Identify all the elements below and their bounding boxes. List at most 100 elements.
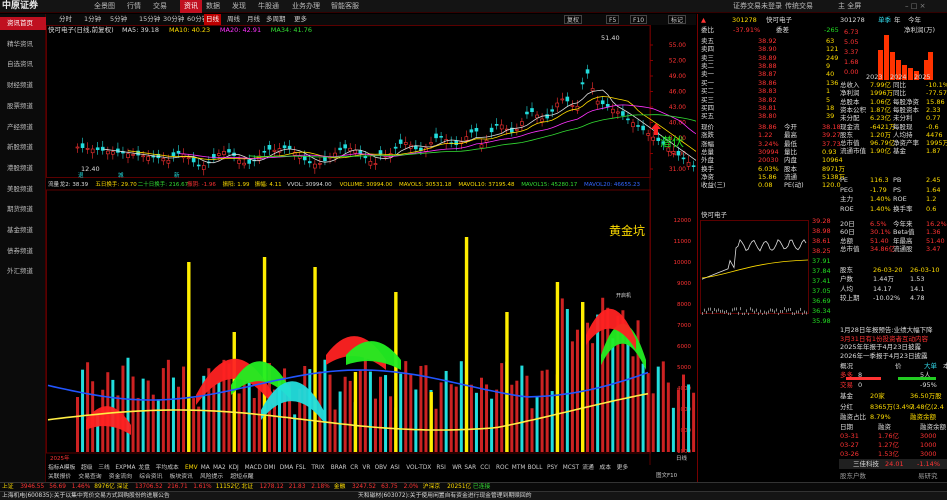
status-item-9: 11152亿: [216, 483, 240, 491]
indicator-tab-25[interactable]: CCI: [480, 465, 490, 471]
sidebar-item-1[interactable]: 精华资讯: [0, 38, 46, 51]
vol-bar: [177, 387, 180, 452]
indicator-tab-13[interactable]: DMA: [280, 465, 293, 471]
period-tab-10[interactable]: 更多: [294, 14, 307, 25]
chart-button-0[interactable]: 复权: [564, 15, 582, 24]
sidebar-item-3[interactable]: 财经频道: [0, 79, 46, 92]
chart-button-1[interactable]: F5: [606, 15, 619, 24]
period-tab-2[interactable]: 5分钟: [110, 14, 127, 25]
sidebar-item-12[interactable]: 外汇频道: [0, 265, 46, 278]
indicator-tab-31[interactable]: 流通: [582, 463, 594, 471]
indicator-tab-11[interactable]: MACD: [245, 465, 263, 471]
ma-label-3: MA34: 41.76: [271, 26, 312, 34]
kv-value: 8.79%: [870, 413, 891, 421]
chart-button-3[interactable]: 标记: [668, 15, 686, 24]
period-tab-3[interactable]: 15分钟: [139, 14, 160, 25]
bottom-tab-6[interactable]: 超短点醒: [230, 472, 253, 480]
sidebar-item-4[interactable]: 股票频道: [0, 100, 46, 113]
bottom-tab-1[interactable]: 交易查询: [78, 472, 101, 480]
indicator-tab-17[interactable]: CR: [350, 465, 358, 471]
period-tab-9[interactable]: 多周期: [266, 14, 286, 25]
indicator-tab-7[interactable]: EMV: [185, 465, 198, 471]
period-tab-0[interactable]: 分时: [59, 14, 72, 25]
top-menu-3[interactable]: 资讯: [180, 0, 202, 13]
top-right-2[interactable]: 主 全屏: [838, 0, 861, 13]
sidebar-item-6[interactable]: 新股频道: [0, 141, 46, 154]
indicator-tab-0[interactable]: 指标A: [48, 463, 64, 471]
top-menu-5[interactable]: 发现: [232, 0, 246, 13]
indicator-tab-23[interactable]: WR: [452, 465, 462, 471]
holder-value: 14.17: [873, 285, 892, 293]
vol-indicator-0: 流量: [48, 180, 60, 188]
indicator-tab-6[interactable]: 平均成本: [156, 463, 179, 471]
indicator-tab-21[interactable]: VOL-TDX: [406, 465, 431, 471]
sidebar-item-5[interactable]: 产经频道: [0, 121, 46, 134]
candle: [243, 163, 246, 165]
kv-label: 分红: [840, 403, 853, 411]
period-tab-7[interactable]: 周线: [227, 14, 240, 25]
period-tab-4[interactable]: 30分钟: [163, 14, 184, 25]
sidebar-item-8[interactable]: 美股频道: [0, 183, 46, 196]
period-tab-8[interactable]: 月线: [247, 14, 260, 25]
indicator-tab-1[interactable]: 模板: [64, 463, 76, 471]
indicator-tab-14[interactable]: FSL: [296, 465, 307, 471]
vol-indicator-5: 振阳: 1.99: [223, 180, 250, 188]
top-menu-0[interactable]: 全景图: [94, 0, 115, 13]
indicator-tab-33[interactable]: 更多: [617, 463, 629, 471]
bottom-tab-0[interactable]: 关联报价: [48, 472, 71, 480]
sidebar-item-7[interactable]: 港股频道: [0, 162, 46, 175]
indicator-tab-2[interactable]: 超级: [81, 463, 93, 471]
indicator-tab-32[interactable]: 成本: [599, 463, 611, 471]
flow-value: 1.76亿: [878, 432, 899, 440]
indicator-tab-10[interactable]: KDJ: [229, 465, 239, 471]
indicator-tab-4[interactable]: EXPMA: [115, 465, 135, 471]
indicator-tab-22[interactable]: RSI: [436, 465, 446, 471]
kline-chart[interactable]: 快可电子(日线,前复权) MA5: 39.18 MA10: 40.23 MA20: 4…: [46, 25, 696, 482]
indicator-tab-28[interactable]: BOLL: [528, 465, 544, 471]
sidebar-item-10[interactable]: 基金频道: [0, 224, 46, 237]
indicator-tab-8[interactable]: MA: [201, 465, 210, 471]
sidebar-item-0[interactable]: 资讯首页: [0, 17, 46, 30]
top-menu-4[interactable]: 数据: [206, 0, 220, 13]
bottom-tab-4[interactable]: 板块资讯: [170, 472, 193, 480]
indicator-tab-12[interactable]: DMI: [264, 465, 275, 471]
bottom-tab-2[interactable]: 资金流向: [109, 472, 132, 480]
quote-panel: ▲ 301278 快可电子 委比 -37.91% 委差 -265 卖五 38.92 63 卖四 38.…: [697, 14, 947, 482]
indicator-tab-27[interactable]: MTM: [512, 465, 526, 471]
vol-bar: [253, 398, 256, 452]
bottom-tab-3[interactable]: 综合资讯: [139, 472, 162, 480]
indicator-tab-20[interactable]: ASI: [390, 465, 400, 471]
indicator-tab-24[interactable]: SAR: [464, 465, 476, 471]
indicator-tab-5[interactable]: 龙盘: [138, 463, 150, 471]
ticker-item-1[interactable]: 天和磁材(603072):关于使用闲置自有资金进行现金管理到期赎回的: [358, 492, 532, 500]
candle: [167, 160, 170, 163]
indicator-tab-30[interactable]: MCST: [563, 465, 580, 471]
window-controls[interactable]: – □ ×: [905, 0, 925, 13]
period-tab-1[interactable]: 1分钟: [84, 14, 101, 25]
mini-tick: 38.98: [812, 227, 831, 235]
indicator-tab-16[interactable]: BRAR: [331, 465, 347, 471]
top-menu-7[interactable]: 业务办理: [292, 0, 320, 13]
ticker-item-0[interactable]: 上海机电(600835):关于以集中竞价交易方式回购股份的进展公告: [2, 492, 170, 500]
indicator-tab-15[interactable]: TRIX: [310, 465, 324, 471]
top-right-0[interactable]: 证券交易未登录: [733, 0, 782, 13]
period-tab-6[interactable]: 日线: [204, 14, 221, 25]
indicator-tab-19[interactable]: OBV: [375, 465, 387, 471]
top-menu-2[interactable]: 交易: [153, 0, 167, 13]
top-menu-8[interactable]: 智能客服: [331, 0, 359, 13]
bottom-tab-5[interactable]: 风险提示: [200, 472, 223, 480]
sidebar-item-11[interactable]: 债券频道: [0, 245, 46, 258]
sidebar-item-2[interactable]: 自选资讯: [0, 58, 46, 71]
indicator-tab-29[interactable]: PSY: [547, 465, 558, 471]
indicator-tab-9[interactable]: MA2: [213, 465, 226, 471]
indicator-tab-26[interactable]: ROC: [496, 465, 509, 471]
indicator-tab-18[interactable]: VR: [362, 465, 370, 471]
indicator-tab-3[interactable]: 三线: [98, 463, 110, 471]
mini-intraday-chart[interactable]: [700, 220, 810, 315]
sidebar-item-9[interactable]: 期货频道: [0, 203, 46, 216]
top-right-1[interactable]: 传统交易: [785, 0, 813, 13]
candle: [601, 101, 604, 104]
top-menu-6[interactable]: 牛股通: [258, 0, 279, 13]
top-menu-1[interactable]: 行情: [127, 0, 141, 13]
chart-button-2[interactable]: F10: [630, 15, 647, 24]
